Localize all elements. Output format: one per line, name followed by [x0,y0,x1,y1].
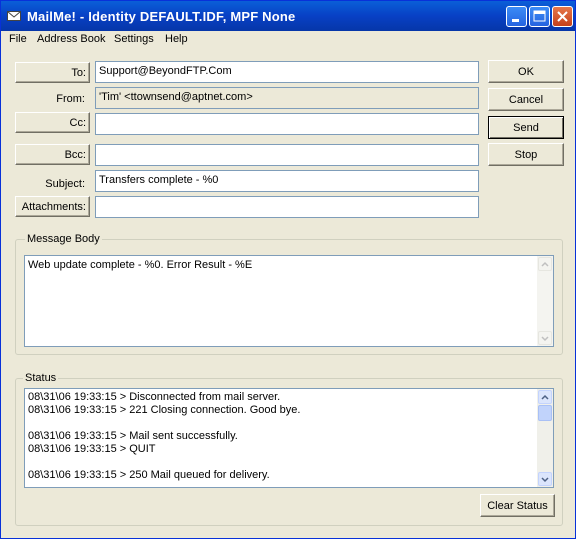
close-icon [557,11,568,22]
attachments-button[interactable]: Attachments: [15,196,90,217]
status-scrollbar[interactable] [537,389,553,487]
stop-button[interactable]: Stop [488,143,564,166]
to-button-label: To: [71,66,86,79]
attachments-field[interactable] [95,196,479,218]
menu-address-book[interactable]: Address Book [37,33,105,45]
status-log[interactable]: 08\31\06 19:33:15 > Disconnected from ma… [24,388,554,488]
status-line: 08\31\06 19:33:15 > 221 Closing connecti… [28,404,301,416]
menu-bar: File Address Book Settings Help [1,31,575,49]
bcc-button-label: Bcc: [64,148,86,161]
send-button[interactable]: Send [488,116,564,139]
scroll-up-arrow[interactable] [538,257,552,271]
menu-settings[interactable]: Settings [114,33,154,45]
message-body-textarea[interactable]: Web update complete - %0. Error Result -… [24,255,554,347]
bcc-button[interactable]: Bcc: [15,144,90,165]
status-line: 08\31\06 19:33:15 > Mail sent successful… [28,430,238,442]
envelope-icon [7,11,21,21]
subject-field[interactable]: Transfers complete - %0 [95,170,479,192]
window-title: MailMe! - Identity DEFAULT.IDF, MPF None [27,9,296,24]
status-line: 08\31\06 19:33:15 > QUIT [28,443,156,455]
bcc-field[interactable] [95,144,479,166]
scroll-up-arrow[interactable] [538,390,552,404]
chevron-up-icon [541,261,549,267]
cc-button[interactable]: Cc: [15,112,90,133]
status-line [28,456,300,469]
subject-label: Subject: [45,178,85,190]
ok-button[interactable]: OK [488,60,564,83]
mailme-window: MailMe! - Identity DEFAULT.IDF, MPF None… [0,0,576,539]
status-log-lines: 08\31\06 19:33:15 > Disconnected from ma… [28,391,300,482]
chevron-down-icon [541,477,549,483]
status-line [28,417,300,430]
from-field: 'Tim' <ttownsend@aptnet.com> [95,87,479,109]
message-body-text: Web update complete - %0. Error Result -… [28,259,253,271]
cancel-button[interactable]: Cancel [488,88,564,111]
close-button[interactable] [552,6,573,27]
menu-file[interactable]: File [9,33,27,45]
title-bar[interactable]: MailMe! - Identity DEFAULT.IDF, MPF None [1,1,575,31]
status-line: 08\31\06 19:33:15 > 250 Mail queued for … [28,469,270,481]
chevron-up-icon [541,394,549,400]
attachments-button-label: Attachments: [21,200,86,213]
cc-button-label: Cc: [69,116,87,129]
minimize-icon [512,19,519,22]
cc-field[interactable] [95,113,479,135]
message-body-label: Message Body [25,233,102,245]
scroll-down-arrow[interactable] [538,331,552,345]
chevron-down-icon [541,336,549,342]
scroll-down-arrow[interactable] [538,472,552,486]
minimize-button[interactable] [506,6,527,27]
status-label: Status [23,372,59,384]
maximize-button[interactable] [529,6,550,27]
to-button[interactable]: To: [15,62,90,83]
status-line: 08\31\06 19:33:15 > Disconnected from ma… [28,391,281,403]
to-field[interactable]: Support@BeyondFTP.Com [95,61,479,83]
from-label: From: [56,93,85,105]
maximize-icon [533,10,546,22]
message-scrollbar[interactable] [537,256,553,346]
menu-help[interactable]: Help [165,33,188,45]
clear-status-button[interactable]: Clear Status [480,494,555,517]
scroll-thumb[interactable] [538,405,552,421]
